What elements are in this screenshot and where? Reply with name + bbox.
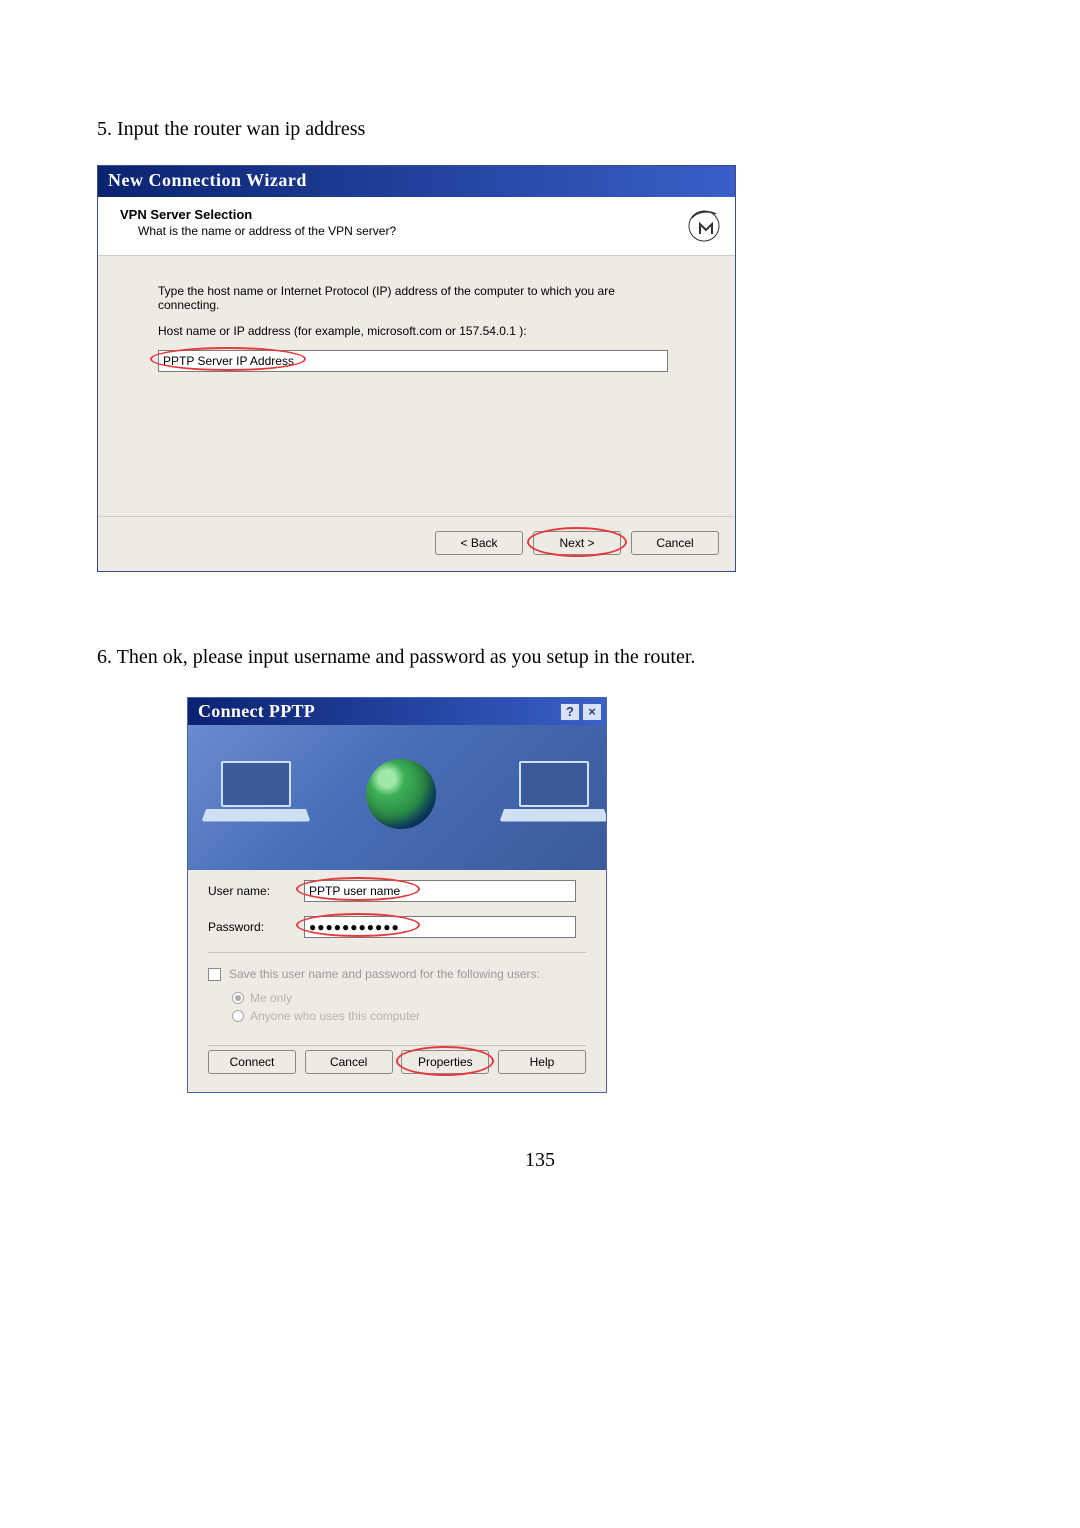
save-credentials-label: Save this user name and password for the… bbox=[229, 967, 540, 981]
step6-instruction: 6. Then ok, please input username and pa… bbox=[97, 646, 983, 669]
wizard-footer: < Back Next > Cancel bbox=[98, 516, 735, 571]
wizard-instructions-line1: Type the host name or Internet Protocol … bbox=[158, 284, 675, 312]
radio-me-only-label: Me only bbox=[250, 991, 292, 1005]
username-label: User name: bbox=[208, 884, 304, 898]
password-label: Password: bbox=[208, 920, 304, 934]
connect-titlebar[interactable]: Connect PPTP ? × bbox=[188, 698, 606, 725]
cancel-button-connect[interactable]: Cancel bbox=[305, 1050, 393, 1074]
titlebar-help-button[interactable]: ? bbox=[560, 703, 580, 721]
vpn-server-address-input[interactable] bbox=[158, 350, 668, 372]
wizard-header-icon bbox=[685, 207, 723, 245]
new-connection-wizard-window: New Connection Wizard VPN Server Selecti… bbox=[97, 165, 736, 572]
radio-me-only[interactable] bbox=[232, 992, 244, 1004]
next-button[interactable]: Next > bbox=[533, 531, 621, 555]
connect-banner-image bbox=[188, 725, 606, 870]
connect-title: Connect PPTP bbox=[198, 701, 315, 722]
back-button[interactable]: < Back bbox=[435, 531, 523, 555]
save-for-users-radio-group: Me only Anyone who uses this computer bbox=[188, 991, 606, 1041]
page-number: 135 bbox=[97, 1149, 983, 1172]
globe-icon bbox=[366, 759, 444, 837]
cancel-button[interactable]: Cancel bbox=[631, 531, 719, 555]
password-input[interactable] bbox=[304, 916, 576, 938]
wizard-host-label: Host name or IP address (for example, mi… bbox=[158, 324, 675, 338]
radio-anyone[interactable] bbox=[232, 1010, 244, 1022]
wizard-header-subtitle: What is the name or address of the VPN s… bbox=[120, 224, 677, 238]
laptop-icon bbox=[504, 761, 604, 835]
laptop-icon bbox=[206, 761, 306, 835]
radio-anyone-label: Anyone who uses this computer bbox=[250, 1009, 420, 1023]
connect-pptp-window: Connect PPTP ? × User name: Password: bbox=[187, 697, 607, 1093]
wizard-body: Type the host name or Internet Protocol … bbox=[98, 256, 735, 516]
username-input[interactable] bbox=[304, 880, 576, 902]
wizard-titlebar[interactable]: New Connection Wizard bbox=[98, 166, 735, 197]
step5-instruction: 5. Input the router wan ip address bbox=[97, 118, 983, 141]
wizard-header: VPN Server Selection What is the name or… bbox=[98, 197, 735, 256]
properties-button[interactable]: Properties bbox=[401, 1050, 489, 1074]
help-button[interactable]: Help bbox=[498, 1050, 586, 1074]
wizard-header-title: VPN Server Selection bbox=[120, 207, 677, 222]
save-credentials-checkbox[interactable] bbox=[208, 968, 221, 981]
connect-button[interactable]: Connect bbox=[208, 1050, 296, 1074]
titlebar-close-button[interactable]: × bbox=[582, 703, 602, 721]
